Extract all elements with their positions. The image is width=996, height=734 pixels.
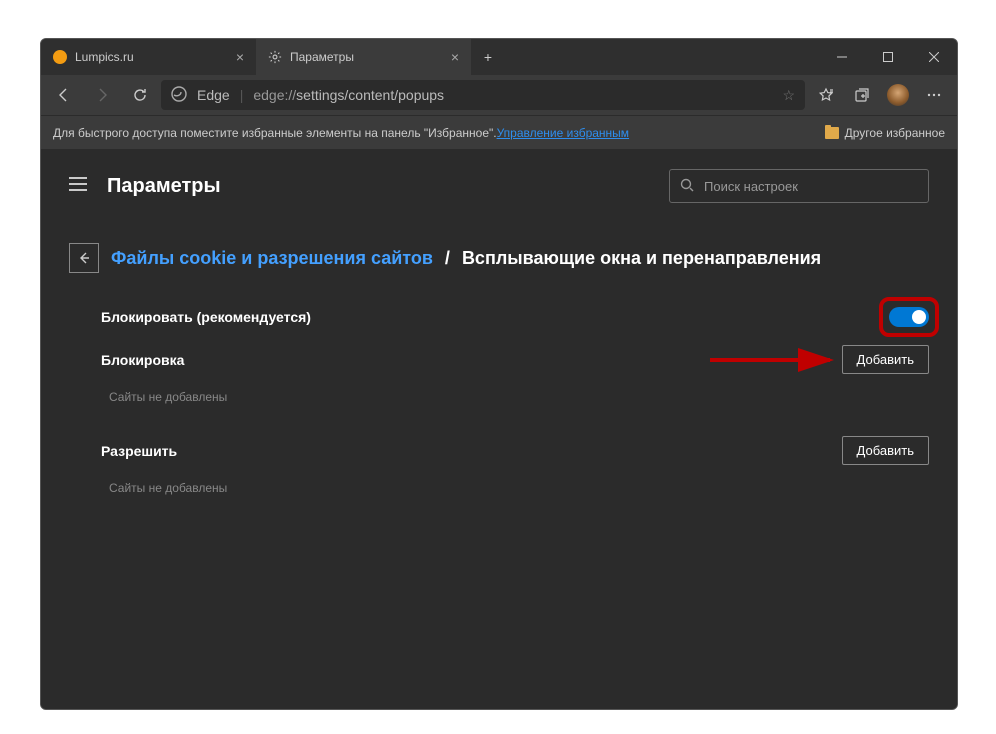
search-placeholder: Поиск настроек <box>704 179 798 194</box>
block-section-row: Блокировка Добавить <box>69 331 929 380</box>
edge-label: Edge <box>197 87 230 103</box>
gear-icon <box>268 50 282 64</box>
block-toggle-wrap <box>889 307 929 327</box>
maximize-button[interactable] <box>865 39 911 75</box>
collections-icon[interactable] <box>845 79 879 111</box>
breadcrumb-parent-link[interactable]: Файлы cookie и разрешения сайтов <box>111 248 433 269</box>
close-tab-icon[interactable]: × <box>451 49 459 65</box>
breadcrumb-separator: / <box>445 248 450 269</box>
folder-icon <box>825 127 839 139</box>
address-bar[interactable]: Edge | edge://settings/content/popups ☆ <box>161 80 805 110</box>
breadcrumb: Файлы cookie и разрешения сайтов / Всплы… <box>69 243 929 273</box>
close-window-button[interactable] <box>911 39 957 75</box>
manage-favorites-link[interactable]: Управление избранным <box>497 126 629 140</box>
refresh-button[interactable] <box>123 79 157 111</box>
favorite-star-icon[interactable]: ☆ <box>782 87 795 104</box>
new-tab-button[interactable]: + <box>471 39 505 75</box>
url-text: edge://settings/content/popups <box>253 87 444 103</box>
tab-title: Lumpics.ru <box>75 50 134 64</box>
block-toggle[interactable] <box>889 307 929 327</box>
window-controls <box>819 39 957 75</box>
block-section-label: Блокировка <box>101 352 184 368</box>
breadcrumb-current: Всплывающие окна и перенаправления <box>462 248 821 269</box>
title-bar: Lumpics.ru × Параметры × + <box>41 39 957 75</box>
tab-title: Параметры <box>290 50 354 64</box>
page-header: Параметры Поиск настроек <box>69 169 929 203</box>
allow-empty-text: Сайты не добавлены <box>69 471 929 513</box>
more-menu-icon[interactable] <box>917 79 951 111</box>
other-favorites-label: Другое избранное <box>845 126 945 140</box>
block-empty-text: Сайты не добавлены <box>69 380 929 422</box>
favorites-hint: Для быстрого доступа поместите избранные… <box>53 126 497 140</box>
minimize-button[interactable] <box>819 39 865 75</box>
forward-button[interactable] <box>85 79 119 111</box>
toolbar-right <box>809 79 951 111</box>
separator: | <box>240 87 244 103</box>
tab-lumpics[interactable]: Lumpics.ru × <box>41 39 256 75</box>
block-toggle-row: Блокировать (рекомендуется) <box>69 303 929 331</box>
hamburger-icon[interactable] <box>69 177 87 196</box>
favorites-icon[interactable] <box>809 79 843 111</box>
add-block-button[interactable]: Добавить <box>842 345 929 374</box>
search-settings-input[interactable]: Поиск настроек <box>669 169 929 203</box>
profile-avatar[interactable] <box>881 79 915 111</box>
allow-section-label: Разрешить <box>101 443 177 459</box>
add-allow-button[interactable]: Добавить <box>842 436 929 465</box>
back-button[interactable] <box>47 79 81 111</box>
other-favorites[interactable]: Другое избранное <box>825 126 945 140</box>
favicon-icon <box>53 50 67 64</box>
allow-section-row: Разрешить Добавить <box>69 422 929 471</box>
block-toggle-label: Блокировать (рекомендуется) <box>101 309 311 325</box>
browser-window: Lumpics.ru × Параметры × + Edge | edge:/… <box>40 38 958 710</box>
breadcrumb-back-button[interactable] <box>69 243 99 273</box>
edge-logo-icon <box>171 86 187 105</box>
close-tab-icon[interactable]: × <box>236 49 244 65</box>
search-icon <box>680 178 694 195</box>
settings-content: Параметры Поиск настроек Файлы cookie и … <box>41 149 957 709</box>
page-title: Параметры <box>107 175 221 198</box>
toolbar: Edge | edge://settings/content/popups ☆ <box>41 75 957 115</box>
tab-settings[interactable]: Параметры × <box>256 39 471 75</box>
favorites-bar: Для быстрого доступа поместите избранные… <box>41 115 957 149</box>
